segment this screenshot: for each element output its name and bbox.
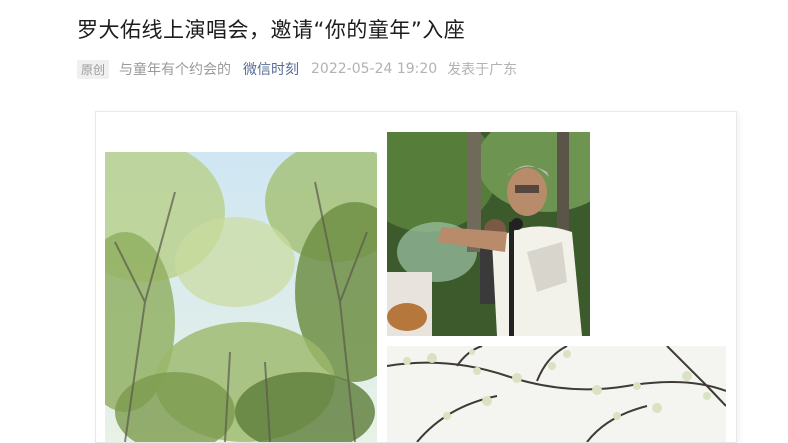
publish-location: 发表于广东 — [447, 62, 518, 78]
article-meta: 原创 与童年有个约会的 微信时刻 2022-05-24 19:20 发表于广东 — [77, 59, 517, 79]
tree-tunnel-photo[interactable] — [105, 152, 377, 442]
blossom-branches-photo[interactable] — [387, 346, 726, 442]
original-badge: 原创 — [77, 59, 110, 79]
publish-time: 2022-05-24 19:20 — [311, 61, 438, 77]
author-name: 与童年有个约会的 — [119, 62, 232, 78]
singer-performing-photo[interactable] — [387, 132, 590, 336]
account-link[interactable]: 微信时刻 — [243, 59, 299, 79]
article-title: 罗大佑线上演唱会，邀请“你的童年”入座 — [77, 18, 466, 42]
